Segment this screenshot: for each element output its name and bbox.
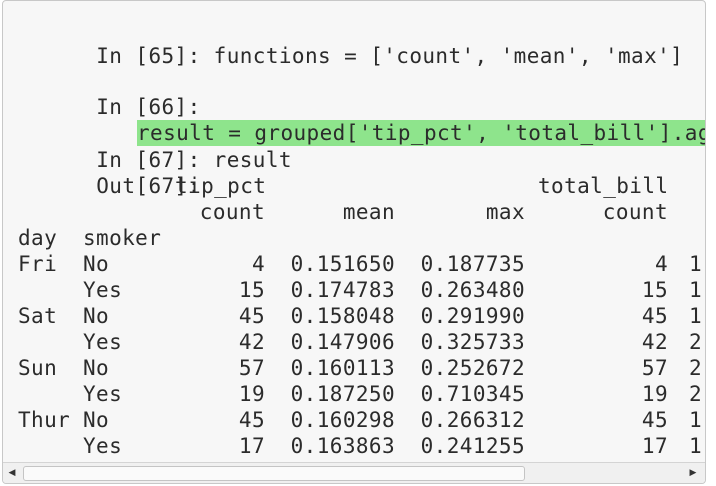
index-day: Fri — [18, 252, 58, 276]
index-day: Sat — [18, 304, 58, 328]
cell-tip-mean: 0.163863 — [290, 434, 395, 458]
cell-bill-mean: 2! — [689, 330, 705, 354]
code-viewer: In [65]: functions = ['count', 'mean', '… — [2, 0, 706, 484]
cell-tip-max: 0.266312 — [420, 408, 525, 432]
cell-bill-count: 45 — [641, 304, 668, 328]
cell-tip-max: 0.241255 — [420, 434, 525, 458]
index-smoker: No — [83, 408, 110, 432]
index-smoker: Yes — [83, 434, 123, 458]
cell-tip-mean: 0.160298 — [290, 408, 395, 432]
cell-tip-count: 17 — [238, 434, 265, 458]
cell-tip-count: 4 — [251, 252, 265, 276]
code-text: result — [213, 148, 292, 172]
cell-bill-mean: 2( — [689, 356, 705, 380]
cell-tip-count: 57 — [238, 356, 265, 380]
cell-bill-count: 17 — [641, 434, 668, 458]
cell-tip-count: 45 — [238, 304, 265, 328]
cell-tip-max: 0.710345 — [420, 382, 525, 406]
cell-tip-count: 15 — [238, 278, 265, 302]
output-prompt-67: Out[67]: — [18, 147, 201, 198]
index-smoker: No — [83, 304, 110, 328]
input-line-65: In [65]: functions = ['count', 'mean', '… — [18, 17, 683, 68]
cell-tip-mean: 0.147906 — [290, 330, 395, 354]
cell-bill-mean: 1( — [689, 278, 705, 302]
cell-tip-mean: 0.158048 — [290, 304, 395, 328]
cell-tip-count: 19 — [238, 382, 265, 406]
column-header-total-bill: total_bill — [538, 174, 669, 198]
cell-bill-mean: 2 — [689, 382, 703, 406]
cell-bill-count: 45 — [641, 408, 668, 432]
horizontal-scrollbar[interactable]: ◀ ▶ — [3, 462, 705, 483]
scroll-right-icon[interactable]: ▶ — [687, 467, 699, 479]
column-header-mean: mean — [342, 200, 395, 224]
cell-tip-mean: 0.160113 — [290, 356, 395, 380]
cell-bill-mean: 1 — [689, 408, 703, 432]
code-text: functions = ['count', 'mean', 'max'] — [213, 44, 684, 68]
cell-tip-max: 0.291990 — [420, 304, 525, 328]
input-prompt: In [65]: — [96, 44, 201, 68]
cell-tip-max: 0.187735 — [420, 252, 525, 276]
index-smoker: Yes — [83, 278, 123, 302]
cell-tip-mean: 0.151650 — [290, 252, 395, 276]
index-smoker: No — [83, 252, 110, 276]
index-day: Sun — [18, 356, 58, 380]
cell-bill-count: 42 — [641, 330, 668, 354]
column-header-tip-pct: tip_pct — [175, 174, 267, 198]
cell-tip-count: 42 — [238, 330, 265, 354]
input-prompt: In [66]: — [96, 95, 201, 119]
index-smoker: No — [83, 356, 110, 380]
cell-tip-mean: 0.174783 — [290, 278, 395, 302]
cell-bill-mean: 1: — [689, 252, 705, 276]
cell-tip-count: 45 — [238, 408, 265, 432]
cell-tip-max: 0.263480 — [420, 278, 525, 302]
cell-tip-mean: 0.187250 — [290, 382, 395, 406]
cell-bill-count: 19 — [641, 382, 668, 406]
index-smoker: Yes — [83, 330, 123, 354]
cell-tip-max: 0.252672 — [420, 356, 525, 380]
scroll-left-icon[interactable]: ◀ — [6, 467, 18, 479]
index-smoker: Yes — [83, 382, 123, 406]
column-header-count: count — [199, 200, 265, 224]
cell-bill-count: 57 — [641, 356, 668, 380]
cell-tip-max: 0.325733 — [420, 330, 525, 354]
cell-bill-count: 4 — [654, 252, 668, 276]
cell-bill-mean: 1! — [689, 304, 705, 328]
index-name-day: day — [18, 226, 58, 250]
index-name-smoker: smoker — [83, 226, 162, 250]
column-header-count: count — [602, 200, 668, 224]
index-day: Thur — [18, 408, 71, 432]
cell-bill-count: 15 — [641, 278, 668, 302]
scrollbar-thumb[interactable] — [23, 466, 525, 481]
column-header-max: max — [485, 200, 525, 224]
console-output: In [65]: functions = ['count', 'mean', '… — [18, 1, 705, 463]
cell-bill-mean: 1! — [689, 434, 705, 458]
input-line-66: In [66]: result = grouped['tip_pct', 'to… — [18, 68, 705, 146]
input-line-67: In [67]: result — [18, 121, 292, 172]
